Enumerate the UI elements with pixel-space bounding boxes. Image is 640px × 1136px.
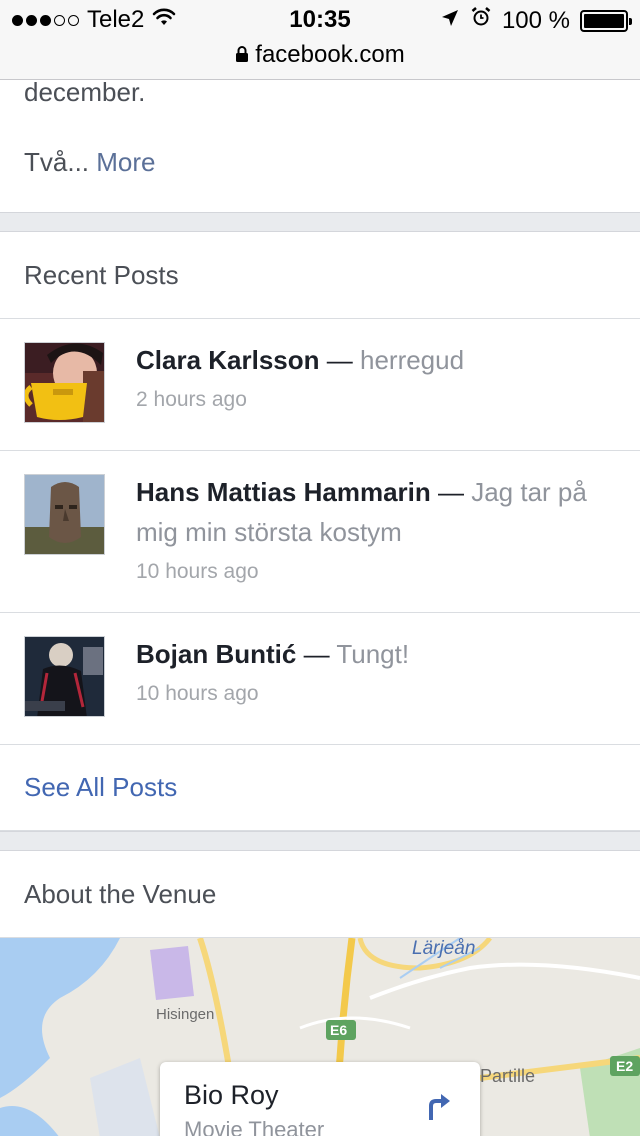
post-timestamp[interactable]: 10 hours ago bbox=[136, 682, 616, 706]
post-timestamp[interactable]: 10 hours ago bbox=[136, 560, 616, 584]
recent-posts-heading: Recent Posts bbox=[0, 232, 640, 319]
post-separator: — bbox=[296, 639, 337, 669]
post-author[interactable]: Bojan Buntić bbox=[136, 639, 296, 669]
description-text: december. bbox=[24, 77, 146, 107]
post-item[interactable]: Clara Karlsson — herregud 2 hours ago bbox=[0, 319, 640, 451]
post-text: Bojan Buntić — Tungt! bbox=[136, 634, 616, 674]
post-message: Tungt! bbox=[336, 639, 410, 669]
section-divider bbox=[0, 212, 640, 232]
url-bar[interactable]: facebook.com bbox=[0, 40, 640, 80]
avatar[interactable] bbox=[24, 342, 105, 423]
status-bar: Tele2 10:35 100 % bbox=[0, 0, 640, 40]
location-arrow-icon bbox=[440, 7, 460, 35]
map-label: Partille bbox=[480, 1066, 536, 1086]
venue-category: Movie Theater bbox=[184, 1117, 325, 1136]
road-sign: E2 bbox=[616, 1058, 634, 1074]
description-truncated: Två... bbox=[24, 147, 90, 177]
section-divider bbox=[0, 831, 640, 851]
alarm-icon bbox=[470, 6, 492, 35]
post-text: Hans Mattias Hammarin — Jag tar på mig m… bbox=[136, 472, 616, 552]
venue-map[interactable]: Lärjeån Hisingen E6 Partille E2 Bio Roy … bbox=[0, 938, 640, 1136]
lock-icon bbox=[235, 41, 249, 71]
venue-name[interactable]: Bio Roy bbox=[184, 1080, 456, 1111]
avatar[interactable] bbox=[24, 636, 105, 717]
post-author[interactable]: Hans Mattias Hammarin bbox=[136, 477, 431, 507]
event-description: december. Två... More bbox=[0, 77, 640, 212]
battery-percentage: 100 % bbox=[501, 6, 570, 34]
about-venue-heading: About the Venue bbox=[0, 851, 640, 938]
road-sign: E6 bbox=[330, 1022, 348, 1038]
venue-card[interactable]: Bio Roy Movie Theater bbox=[160, 1062, 480, 1136]
more-link[interactable]: More bbox=[96, 147, 155, 177]
post-message: herregud bbox=[359, 345, 465, 375]
url-domain: facebook.com bbox=[255, 41, 405, 68]
map-label: Hisingen bbox=[156, 1006, 215, 1023]
see-all-posts-link[interactable]: See All Posts bbox=[0, 745, 640, 831]
post-author[interactable]: Clara Karlsson bbox=[136, 345, 320, 375]
directions-arrow-icon[interactable] bbox=[426, 1092, 452, 1127]
page-content: december. Två... More Recent Posts Clara… bbox=[0, 77, 640, 1136]
battery-icon bbox=[580, 9, 632, 32]
map-label: Lärjeån bbox=[412, 938, 476, 959]
post-timestamp[interactable]: 2 hours ago bbox=[136, 388, 616, 412]
post-separator: — bbox=[319, 345, 360, 375]
avatar[interactable] bbox=[24, 474, 105, 555]
post-text: Clara Karlsson — herregud bbox=[136, 340, 616, 380]
post-item[interactable]: Bojan Buntić — Tungt! 10 hours ago bbox=[0, 613, 640, 745]
post-separator: — bbox=[430, 477, 472, 507]
post-item[interactable]: Hans Mattias Hammarin — Jag tar på mig m… bbox=[0, 451, 640, 613]
